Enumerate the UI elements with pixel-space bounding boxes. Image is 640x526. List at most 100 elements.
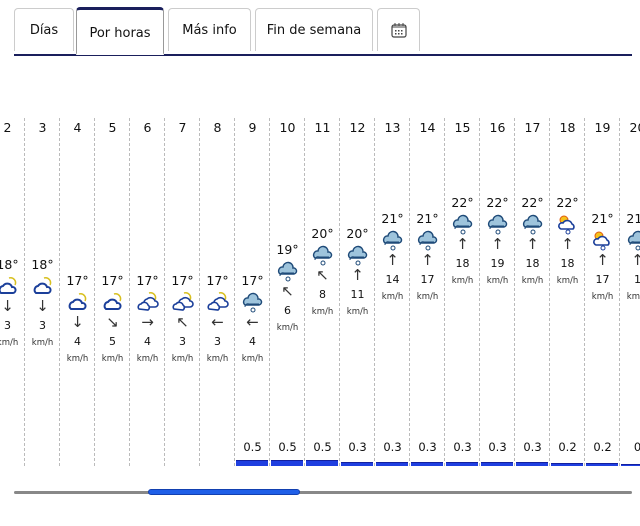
hour-column: 18 22° ↑ 18 km/h 0.2 — [549, 118, 584, 466]
hour-label: 4 — [73, 120, 82, 135]
hour-column: 20 21° ↑ 1 km/h 0 — [619, 118, 640, 466]
moon-clouds-icon — [137, 291, 159, 311]
wind-direction-icon: ← — [211, 312, 224, 331]
hour-column: 5 17° ↘ 5 km/h — [94, 118, 129, 466]
temperature: 17° — [101, 272, 124, 288]
hour-label: 19 — [594, 120, 611, 135]
wind-direction-icon: ← — [246, 312, 259, 331]
wind-unit: km/h — [0, 338, 19, 348]
hour-label: 10 — [279, 120, 296, 135]
wind-speed: 3 — [39, 319, 46, 332]
hour-label: 7 — [178, 120, 187, 135]
hour-column: 4 17° ↓ 4 km/h — [59, 118, 94, 466]
tab-dias[interactable]: Días — [14, 8, 74, 51]
hour-column: 11 20° ↖ 8 km/h 0.5 — [304, 118, 339, 466]
rain-cloud-icon — [277, 261, 298, 281]
hour-label: 11 — [314, 120, 331, 135]
precipitation-value: 0.3 — [348, 440, 367, 454]
horizontal-scrollbar[interactable] — [14, 491, 632, 494]
precipitation-bar — [341, 462, 373, 466]
wind-unit: km/h — [346, 307, 369, 317]
precipitation-value: 0.5 — [243, 440, 262, 454]
precipitation-bar — [376, 462, 408, 466]
hour-column: 7 17° ↖ 3 km/h — [164, 118, 199, 466]
temperature: 21° — [626, 210, 640, 226]
tab-label: Por horas — [89, 26, 151, 41]
precipitation-value: 0.3 — [383, 440, 402, 454]
wind-direction-icon: ↘ — [106, 312, 119, 331]
precipitation-value: 0 — [633, 440, 640, 454]
temperature: 17° — [136, 272, 159, 288]
wind-speed: 18 — [525, 257, 540, 270]
sun-cloud-rain-icon — [593, 231, 610, 250]
precipitation-bar — [236, 460, 268, 466]
temperature: 18° — [31, 257, 54, 272]
hour-column: 17 22° ↑ 18 km/h 0.3 — [514, 118, 549, 466]
tab-por-horas[interactable]: Por horas — [76, 7, 164, 55]
rain-cloud-icon — [242, 292, 263, 312]
precipitation-bar — [481, 462, 513, 466]
hour-column: 15 22° ↑ 18 km/h 0.3 — [444, 118, 479, 466]
wind-unit: km/h — [521, 276, 544, 286]
wind-speed: 17 — [595, 272, 610, 286]
wind-direction-icon: ↑ — [526, 235, 539, 253]
wind-direction-icon: ↖ — [316, 266, 329, 284]
temperature: 21° — [381, 210, 404, 226]
wind-unit: km/h — [416, 291, 439, 302]
tab-label: Días — [29, 22, 59, 38]
wind-direction-icon: ↑ — [491, 235, 504, 253]
hour-label: 17 — [524, 120, 541, 135]
moon-clouds-icon — [207, 291, 229, 311]
wind-speed: 8 — [319, 288, 326, 301]
hour-column: 14 21° ↑ 17 km/h 0.3 — [409, 118, 444, 466]
precipitation-value: 0.5 — [278, 440, 297, 454]
wind-direction-icon: ↑ — [561, 235, 574, 253]
wind-unit: km/h — [626, 291, 640, 302]
temperature: 22° — [486, 195, 509, 210]
wind-unit: km/h — [66, 353, 89, 364]
rain-cloud-icon — [627, 230, 640, 250]
wind-direction-icon: ↑ — [631, 250, 640, 269]
forecast-tabs: Días Por horas Más info Fin de semana — [14, 0, 632, 56]
precipitation-value: 0.3 — [523, 440, 542, 454]
hour-label: 5 — [108, 120, 117, 135]
hour-label: 18 — [559, 120, 576, 135]
wind-speed: 3 — [4, 319, 11, 332]
temperature: 22° — [521, 195, 544, 210]
hour-column: 13 21° ↑ 14 km/h 0.3 — [374, 118, 409, 466]
tab-mas-info[interactable]: Más info — [168, 8, 251, 51]
rain-cloud-icon — [312, 245, 333, 266]
hour-column: 3 18° ↓ 3 km/h — [24, 118, 59, 466]
wind-speed: 4 — [74, 334, 81, 348]
hourly-forecast-grid: 2 18° ↓ 3 km/h 3 18° ↓ 3 km/h 4 17° ↓ 4 km/h 5 17° ↘ 5 km/h… — [0, 110, 640, 470]
temperature: 22° — [451, 195, 474, 210]
hour-label: 15 — [454, 120, 471, 135]
tab-fin-de-semana[interactable]: Fin de semana — [255, 8, 373, 51]
tab-label: Más info — [182, 22, 237, 38]
moon-cloud-icon — [0, 277, 17, 294]
precipitation-bar — [271, 460, 303, 466]
wind-direction-icon: ↑ — [351, 266, 364, 284]
wind-speed: 4 — [144, 334, 151, 348]
wind-direction-icon: ↖ — [281, 281, 294, 300]
moon-clouds-icon — [172, 291, 194, 311]
hour-label: 20 — [629, 120, 640, 135]
hour-column: 8 17° ← 3 km/h — [199, 118, 234, 466]
scrollbar-thumb[interactable] — [148, 489, 300, 495]
wind-speed: 19 — [490, 257, 505, 270]
wind-speed: 14 — [385, 272, 400, 286]
wind-direction-icon: ↑ — [596, 250, 609, 269]
sun-cloud-rain-icon — [558, 215, 575, 235]
precipitation-value: 0.3 — [453, 440, 472, 454]
rain-cloud-icon — [452, 214, 473, 235]
precipitation-bar — [306, 460, 338, 466]
temperature: 18° — [0, 257, 19, 272]
tab-calendar[interactable] — [377, 8, 420, 51]
wind-direction-icon: → — [141, 312, 154, 331]
precipitation-bar — [551, 463, 583, 466]
wind-speed: 4 — [249, 334, 256, 348]
hour-column: 10 19° ↖ 6 km/h 0.5 — [269, 118, 304, 466]
wind-unit: km/h — [311, 307, 334, 317]
wind-direction-icon: ↖ — [176, 312, 189, 331]
rain-cloud-icon — [522, 214, 543, 235]
